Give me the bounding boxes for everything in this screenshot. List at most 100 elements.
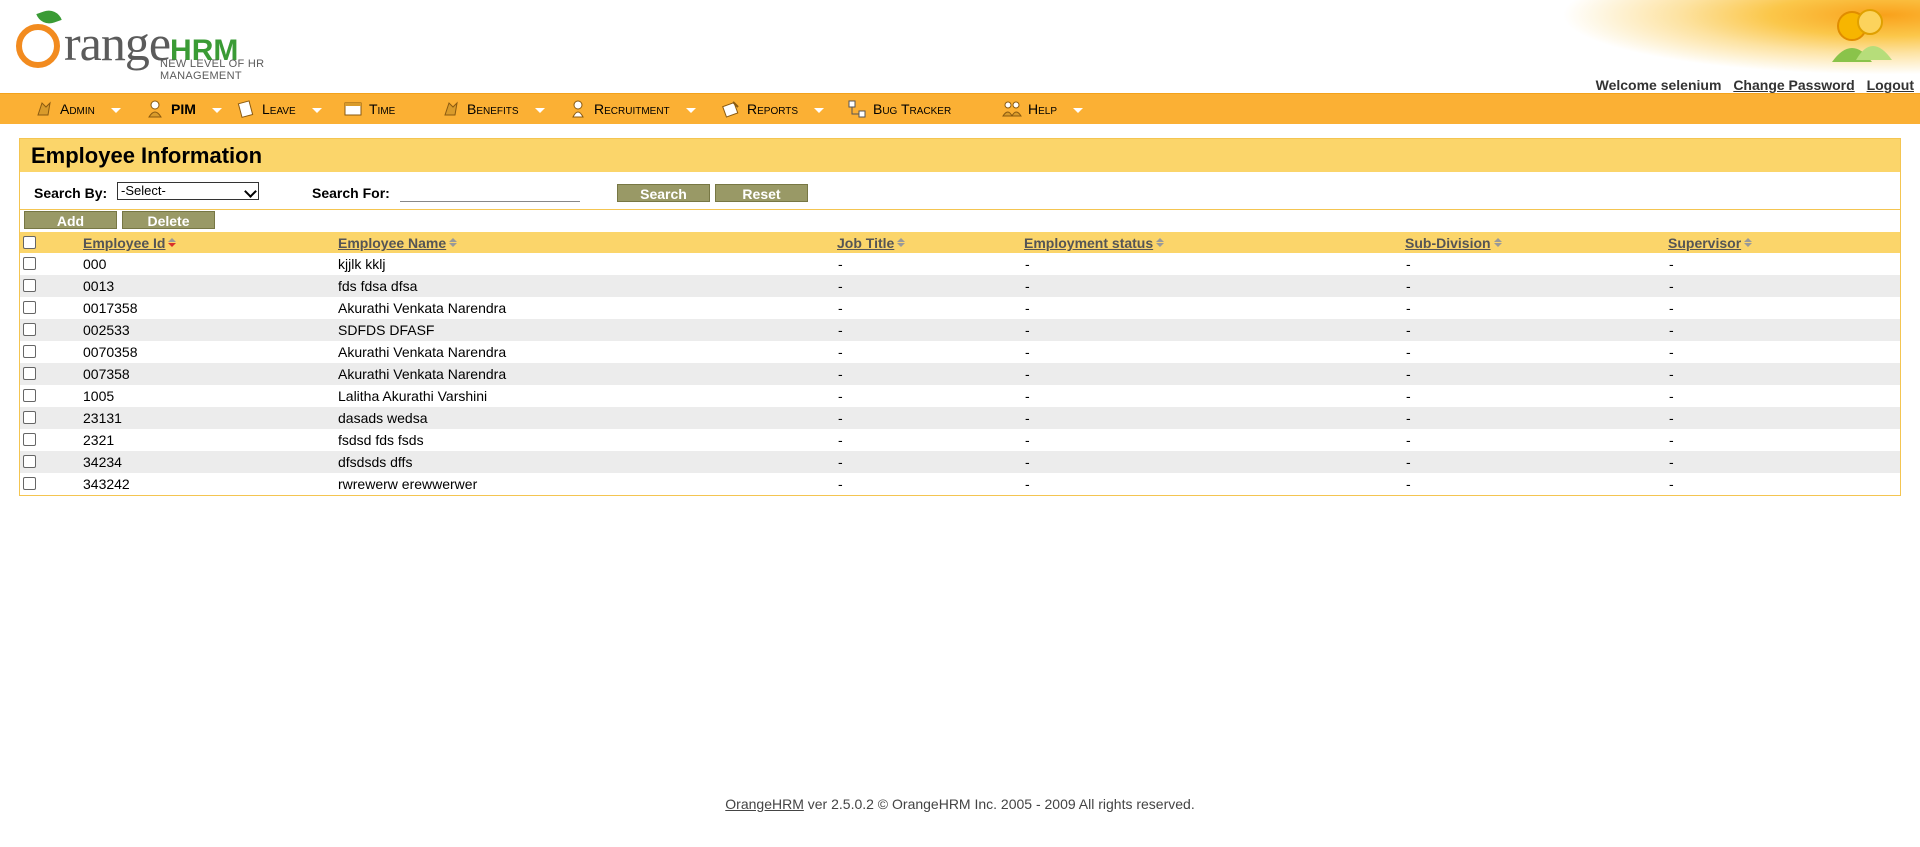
logo-orange-icon — [16, 24, 60, 68]
menu-benefits-label: Benefits — [467, 101, 519, 117]
col-sub-division-label: Sub-Division — [1405, 235, 1491, 251]
sort-icon — [168, 238, 177, 248]
employee-info-panel: Employee Information Search By: -Select-… — [19, 138, 1901, 496]
sort-icon — [1744, 238, 1753, 248]
reports-icon — [722, 101, 739, 118]
search-row: Search By: -Select- Search For: Search R… — [20, 173, 1900, 210]
cell-employee-name: fsdsd fds fsds — [338, 432, 424, 448]
bug-tracker-icon — [848, 100, 866, 118]
table-body: 000 kjjlk kklj - - - -0013 fds fdsa dfsa - - - -00… — [20, 253, 1900, 495]
cell-supervisor: - — [1669, 366, 1674, 382]
sort-icon — [1156, 238, 1165, 248]
row-checkbox[interactable] — [23, 389, 36, 402]
time-icon — [344, 102, 362, 116]
row-checkbox[interactable] — [23, 301, 36, 314]
row-checkbox[interactable] — [23, 367, 36, 380]
row-checkbox[interactable] — [23, 257, 36, 270]
cell-sub-division: - — [1406, 344, 1411, 360]
chevron-down-icon — [814, 107, 825, 113]
cell-employment-status: - — [1025, 256, 1030, 272]
col-job-title[interactable]: Job Title — [837, 235, 906, 251]
change-password-link[interactable]: Change Password — [1733, 77, 1854, 93]
cell-supervisor: - — [1669, 388, 1674, 404]
welcome-bar: Welcome selenium Change Password Logout — [1596, 77, 1914, 93]
cell-supervisor: - — [1669, 454, 1674, 470]
cell-employee-id: 34234 — [83, 454, 122, 470]
table-row: 1005 Lalitha Akurathi Varshini - - - - — [20, 385, 1900, 407]
table-row: 0013 fds fdsa dfsa - - - - — [20, 275, 1900, 297]
menu-help[interactable]: Help — [1002, 94, 1084, 124]
cell-employee-id: 0013 — [83, 278, 115, 294]
sort-icon — [449, 238, 458, 248]
cell-employee-id: 0017358 — [83, 300, 138, 316]
col-job-title-label: Job Title — [837, 235, 895, 251]
chevron-down-icon — [110, 107, 121, 113]
orangehrm-footer-link[interactable]: OrangeHRM — [725, 796, 804, 812]
col-employee-name[interactable]: Employee Name — [338, 235, 458, 251]
cell-sub-division: - — [1406, 256, 1411, 272]
chevron-down-icon — [311, 107, 322, 113]
table-row: 000 kjjlk kklj - - - - — [20, 253, 1900, 275]
chevron-down-icon — [534, 107, 545, 113]
cell-supervisor: - — [1669, 476, 1674, 492]
menu-help-label: Help — [1028, 101, 1058, 117]
col-sub-division[interactable]: Sub-Division — [1405, 235, 1503, 251]
sort-icon — [897, 238, 906, 248]
table-header: Employee Id Employee Name Job Title Empl… — [20, 232, 1900, 253]
select-all-checkbox[interactable] — [23, 236, 36, 249]
add-button[interactable]: Add — [24, 211, 117, 229]
menu-time[interactable]: Time — [343, 94, 395, 124]
cell-job-title: - — [838, 366, 843, 382]
cell-supervisor: - — [1669, 300, 1674, 316]
main-menu: Admin PIM Leave Time Benefits Recruitmen… — [0, 93, 1920, 124]
row-checkbox[interactable] — [23, 433, 36, 446]
col-employee-name-label: Employee Name — [338, 235, 447, 251]
row-checkbox[interactable] — [23, 455, 36, 468]
row-checkbox[interactable] — [23, 323, 36, 336]
recruitment-icon — [572, 100, 584, 118]
menu-recruitment[interactable]: Recruitment — [568, 94, 696, 124]
cell-employee-name: Akurathi Venkata Narendra — [338, 344, 507, 360]
cell-supervisor: - — [1669, 344, 1674, 360]
cell-employee-name: Akurathi Venkata Narendra — [338, 300, 507, 316]
table-row: 34234 dfsdsds dffs - - - - — [20, 451, 1900, 473]
cell-employment-status: - — [1025, 388, 1030, 404]
cell-job-title: - — [838, 432, 843, 448]
logout-link[interactable]: Logout — [1867, 77, 1914, 93]
search-by-select[interactable]: -Select- — [117, 182, 259, 200]
menu-bug-tracker[interactable]: Bug Tracker — [847, 94, 951, 124]
cell-sub-division: - — [1406, 410, 1411, 426]
logo-tagline: NEW LEVEL OF HR MANAGEMENT — [160, 58, 265, 82]
cell-employment-status: - — [1025, 410, 1030, 426]
table-row: 007358 Akurathi Venkata Narendra - - - - — [20, 363, 1900, 385]
cell-employee-id: 1005 — [83, 388, 115, 404]
reset-button[interactable]: Reset — [715, 184, 808, 202]
cell-employment-status: - — [1025, 454, 1030, 470]
col-supervisor[interactable]: Supervisor — [1668, 235, 1753, 251]
delete-button[interactable]: Delete — [122, 211, 215, 229]
menu-bug-tracker-label: Bug Tracker — [873, 101, 952, 117]
col-employee-id[interactable]: Employee Id — [83, 235, 177, 251]
menu-reports[interactable]: Reports — [721, 94, 825, 124]
cell-job-title: - — [838, 410, 843, 426]
row-checkbox[interactable] — [23, 345, 36, 358]
search-by-label: Search By: — [34, 185, 108, 201]
cell-job-title: - — [838, 344, 843, 360]
menu-benefits[interactable]: Benefits — [441, 94, 545, 124]
search-button[interactable]: Search — [617, 184, 710, 202]
row-checkbox[interactable] — [23, 477, 36, 490]
cell-employment-status: - — [1025, 476, 1030, 492]
menu-pim[interactable]: PIM — [145, 94, 222, 124]
menu-admin[interactable]: Admin — [34, 94, 121, 124]
col-employment-status[interactable]: Employment status — [1024, 235, 1165, 251]
col-supervisor-label: Supervisor — [1668, 235, 1742, 251]
cell-employee-id: 343242 — [83, 476, 130, 492]
search-for-label: Search For: — [312, 185, 390, 201]
search-for-input[interactable] — [400, 184, 580, 202]
cell-job-title: - — [838, 322, 843, 338]
menu-leave[interactable]: Leave — [236, 94, 322, 124]
row-checkbox[interactable] — [23, 279, 36, 292]
cell-supervisor: - — [1669, 278, 1674, 294]
chevron-down-icon — [211, 107, 222, 113]
row-checkbox[interactable] — [23, 411, 36, 424]
